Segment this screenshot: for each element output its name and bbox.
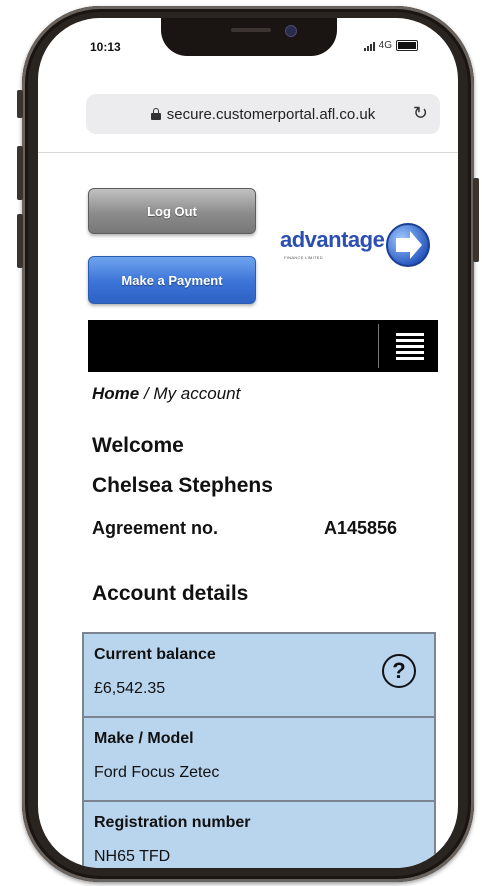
phone-screen: 10:13 4G secure.customerportal.afl.co.uk…	[38, 18, 458, 868]
status-indicators: 4G	[363, 40, 418, 51]
hamburger-menu-icon[interactable]	[396, 333, 424, 360]
detail-row-balance: Current balance £6,542.35 ?	[84, 634, 434, 718]
volume-down-button	[17, 214, 23, 268]
battery-icon	[396, 40, 418, 51]
detail-row-registration: Registration number NH65 TFD	[84, 802, 434, 868]
help-circle-icon[interactable]: ?	[382, 654, 416, 688]
browser-divider	[38, 152, 458, 153]
account-details-title: Account details	[92, 582, 249, 605]
account-details-table: Current balance £6,542.35 ? Make / Model…	[82, 632, 436, 868]
detail-value: Ford Focus Zetec	[94, 764, 220, 781]
detail-value: NH65 TFD	[94, 848, 171, 865]
network-type: 4G	[378, 40, 392, 51]
volume-up-button	[17, 146, 23, 200]
lock-icon	[150, 108, 161, 120]
agreement-number: A145856	[324, 518, 398, 538]
detail-label: Make / Model	[94, 730, 194, 747]
detail-row-make-model: Make / Model Ford Focus Zetec	[84, 718, 434, 802]
signal-icon	[363, 41, 375, 51]
breadcrumb-current: My account	[153, 384, 241, 403]
mute-switch	[17, 90, 23, 118]
logout-button[interactable]: Log Out	[88, 188, 256, 234]
status-time: 10:13	[90, 40, 121, 54]
detail-value: £6,542.35	[94, 680, 166, 697]
notch	[161, 18, 337, 56]
front-camera	[285, 25, 297, 37]
breadcrumb-separator: /	[139, 384, 154, 403]
detail-label: Current balance	[94, 646, 216, 663]
logo-wordmark: advantage	[280, 227, 385, 252]
nav-divider	[378, 324, 379, 368]
power-button	[473, 178, 479, 262]
user-name: Chelsea Stephens	[92, 474, 273, 497]
breadcrumb-home-link[interactable]: Home	[92, 384, 139, 403]
detail-label: Registration number	[94, 814, 251, 831]
logo-subtext: FINANCE LIMITED	[284, 255, 323, 260]
logo-arrow-icon	[386, 223, 430, 267]
breadcrumb: Home / My account	[92, 384, 240, 404]
advantage-logo[interactable]: advantage FINANCE LIMITED	[276, 215, 432, 275]
agreement-label: Agreement no.	[92, 518, 219, 538]
nav-bar	[88, 320, 438, 372]
address-bar[interactable]: secure.customerportal.afl.co.uk ↻	[86, 94, 440, 134]
make-payment-button[interactable]: Make a Payment	[88, 256, 256, 304]
speaker-grille	[231, 28, 271, 32]
url-text: secure.customerportal.afl.co.uk	[166, 105, 376, 123]
welcome-heading: Welcome	[92, 434, 184, 457]
reload-icon[interactable]: ↻	[413, 103, 428, 124]
